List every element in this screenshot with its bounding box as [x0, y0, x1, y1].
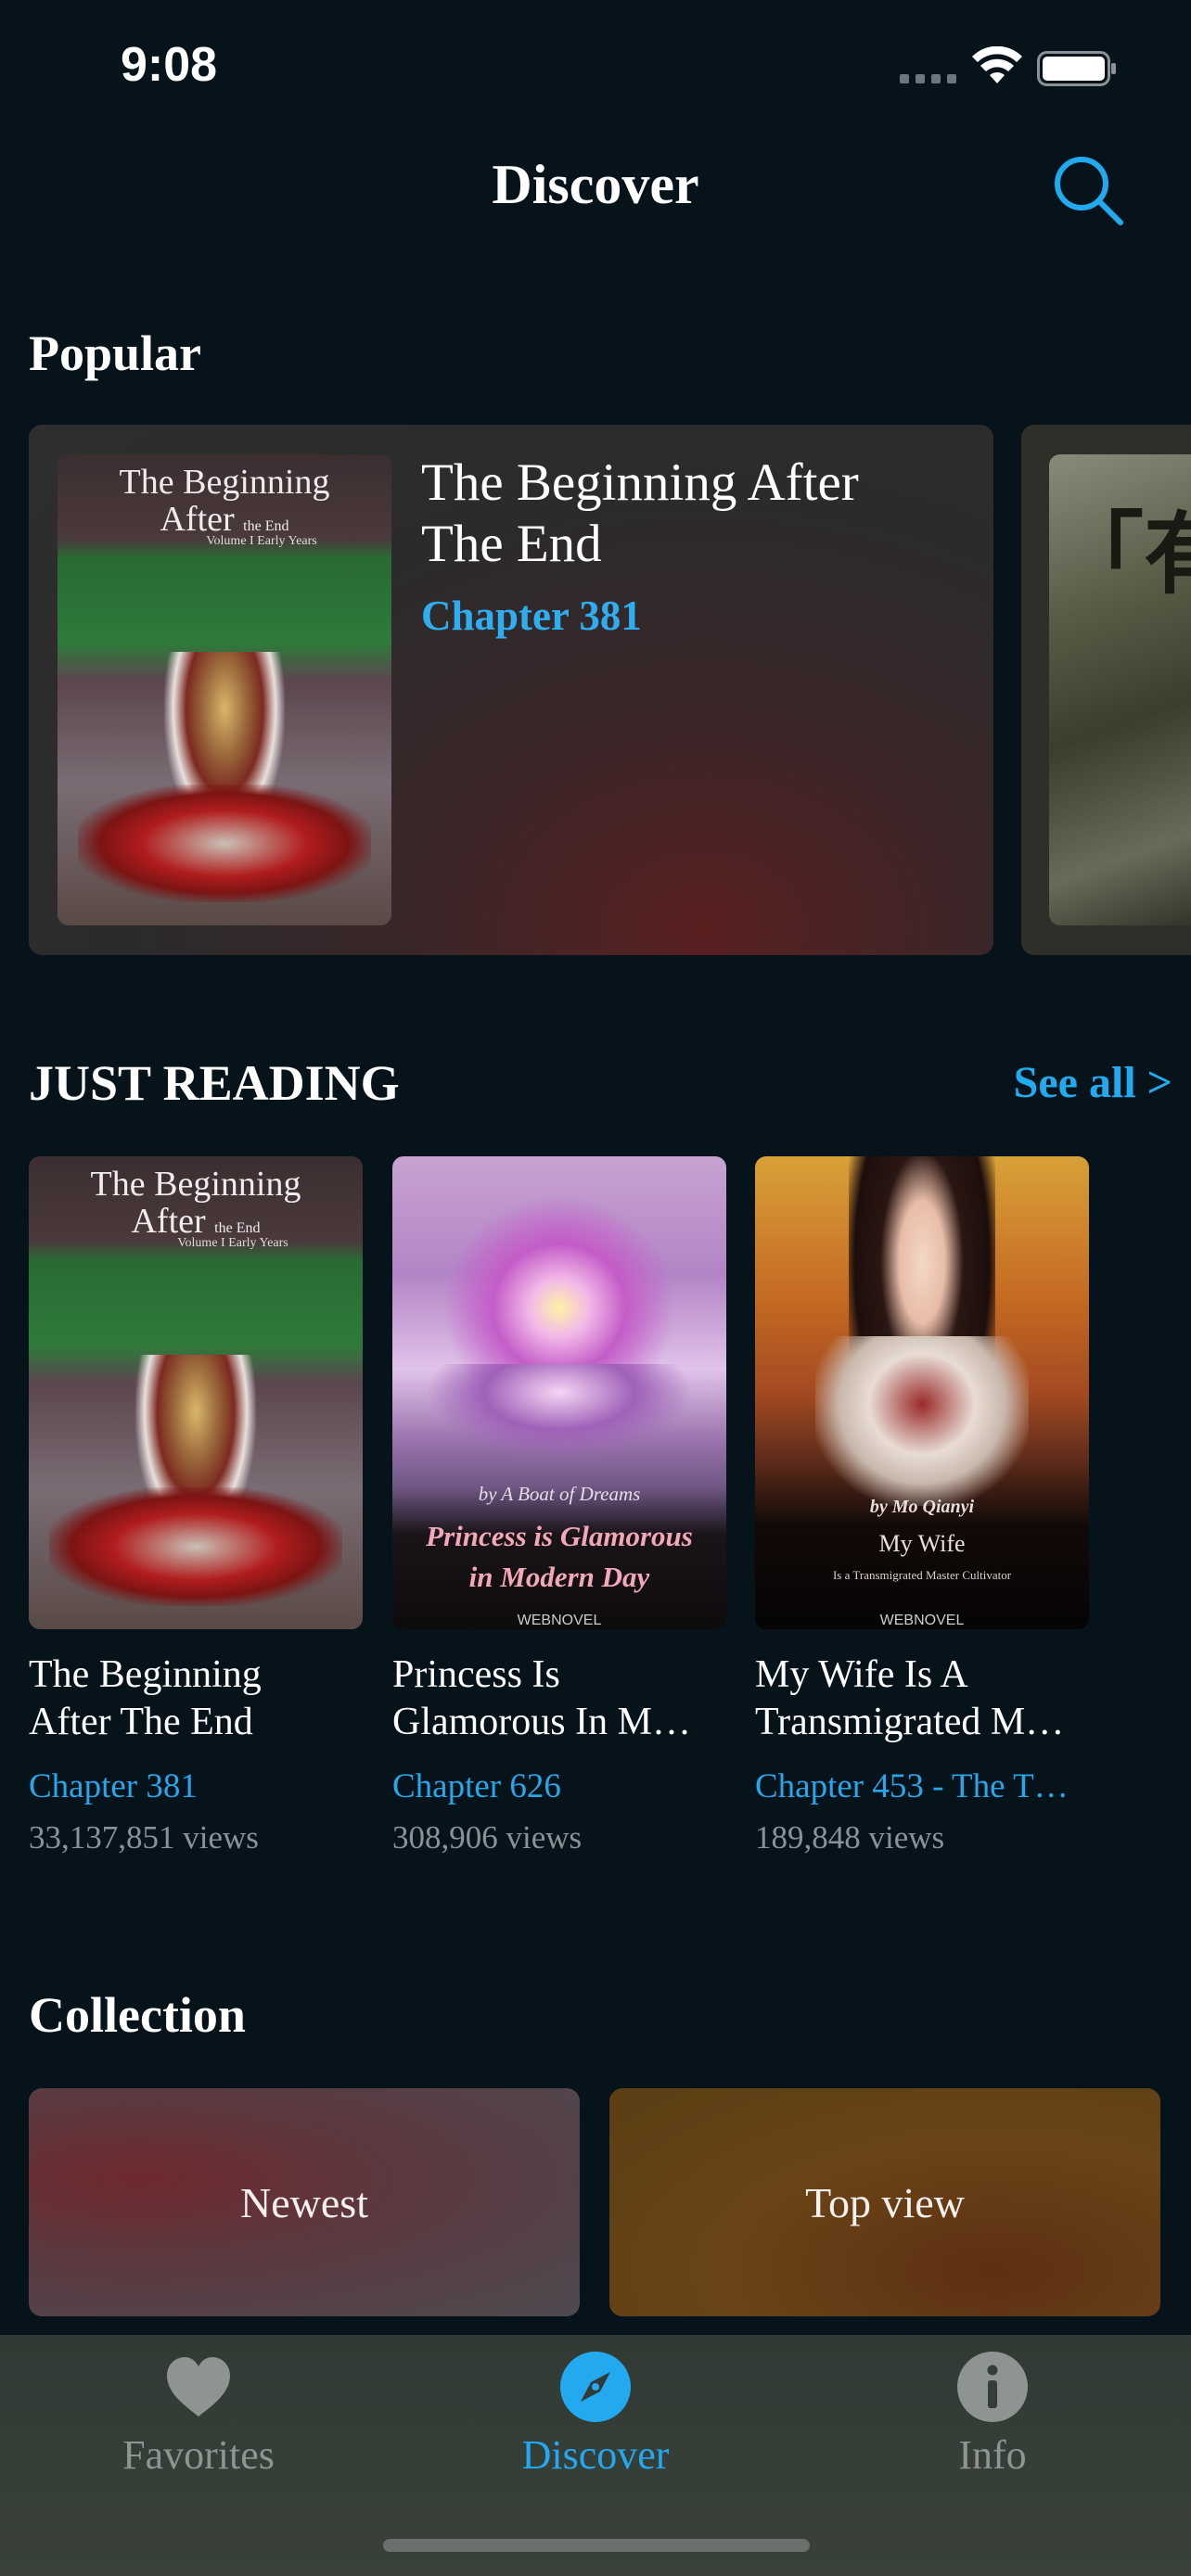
book-cover: The Beginning After the End Volume I Ear…: [58, 454, 391, 925]
search-icon[interactable]: [1048, 150, 1128, 230]
book-chapter: Chapter 626: [392, 1767, 561, 1805]
book-chapter: Chapter 453 - The T…: [755, 1767, 1069, 1805]
tab-label: Favorites: [122, 2432, 275, 2478]
tab-favorites[interactable]: Favorites: [0, 2335, 397, 2520]
book-views: 33,137,851 views: [29, 1819, 259, 1855]
book-chapter: Chapter 381: [29, 1767, 198, 1805]
section-title-collection: Collection: [29, 1987, 246, 2043]
book-cover: by A Boat of Dreams Princess is Glamorou…: [392, 1156, 726, 1629]
tab-info[interactable]: Info: [794, 2335, 1191, 2520]
home-indicator: [383, 2539, 810, 2552]
book-title: The Beginning After The End: [29, 1653, 262, 1743]
tab-label: Info: [958, 2432, 1027, 2478]
book-cover: The Beginning After the End Volume I Ear…: [29, 1156, 363, 1629]
wifi-icon: [972, 46, 1022, 83]
popular-card[interactable]: The Beginning After the End Volume I Ear…: [29, 425, 993, 955]
heart-icon: [167, 2357, 230, 2417]
book-title: My Wife Is A Transmigrated M…: [755, 1653, 1065, 1743]
cellular-signal-icon: [900, 74, 956, 83]
section-title-just-reading: JUST READING: [29, 1055, 400, 1111]
section-title-popular: Popular: [29, 325, 202, 381]
list-item[interactable]: by Mo Qianyi My Wife Is a Transmigrated …: [755, 1156, 1089, 1856]
battery-icon: [1037, 51, 1116, 86]
tab-discover[interactable]: Discover: [397, 2335, 794, 2520]
collection-newest-button[interactable]: Newest: [29, 2088, 580, 2316]
collection-top-view-button[interactable]: Top view: [609, 2088, 1160, 2316]
info-icon: [957, 2352, 1028, 2422]
book-views: 189,848 views: [755, 1819, 945, 1855]
compass-icon: [560, 2352, 631, 2422]
book-title: Princess Is Glamorous In M…: [392, 1653, 691, 1743]
tab-label: Discover: [521, 2432, 670, 2478]
book-cover: 「有: [1049, 454, 1191, 925]
popular-card-next[interactable]: 「有: [1021, 425, 1191, 955]
status-time: 9:08: [121, 38, 218, 92]
popular-book-title: The Beginning After The End: [421, 453, 859, 573]
see-all-link[interactable]: See all >: [1014, 1057, 1172, 1108]
book-views: 308,906 views: [392, 1819, 583, 1855]
status-bar: 9:08: [0, 0, 1191, 130]
book-cover: by Mo Qianyi My Wife Is a Transmigrated …: [755, 1156, 1089, 1629]
list-item[interactable]: by A Boat of Dreams Princess is Glamorou…: [392, 1156, 726, 1856]
popular-book-chapter: Chapter 381: [421, 593, 642, 639]
list-item[interactable]: The Beginning After the End Volume I Ear…: [29, 1156, 363, 1856]
page-title: Discover: [492, 154, 699, 215]
